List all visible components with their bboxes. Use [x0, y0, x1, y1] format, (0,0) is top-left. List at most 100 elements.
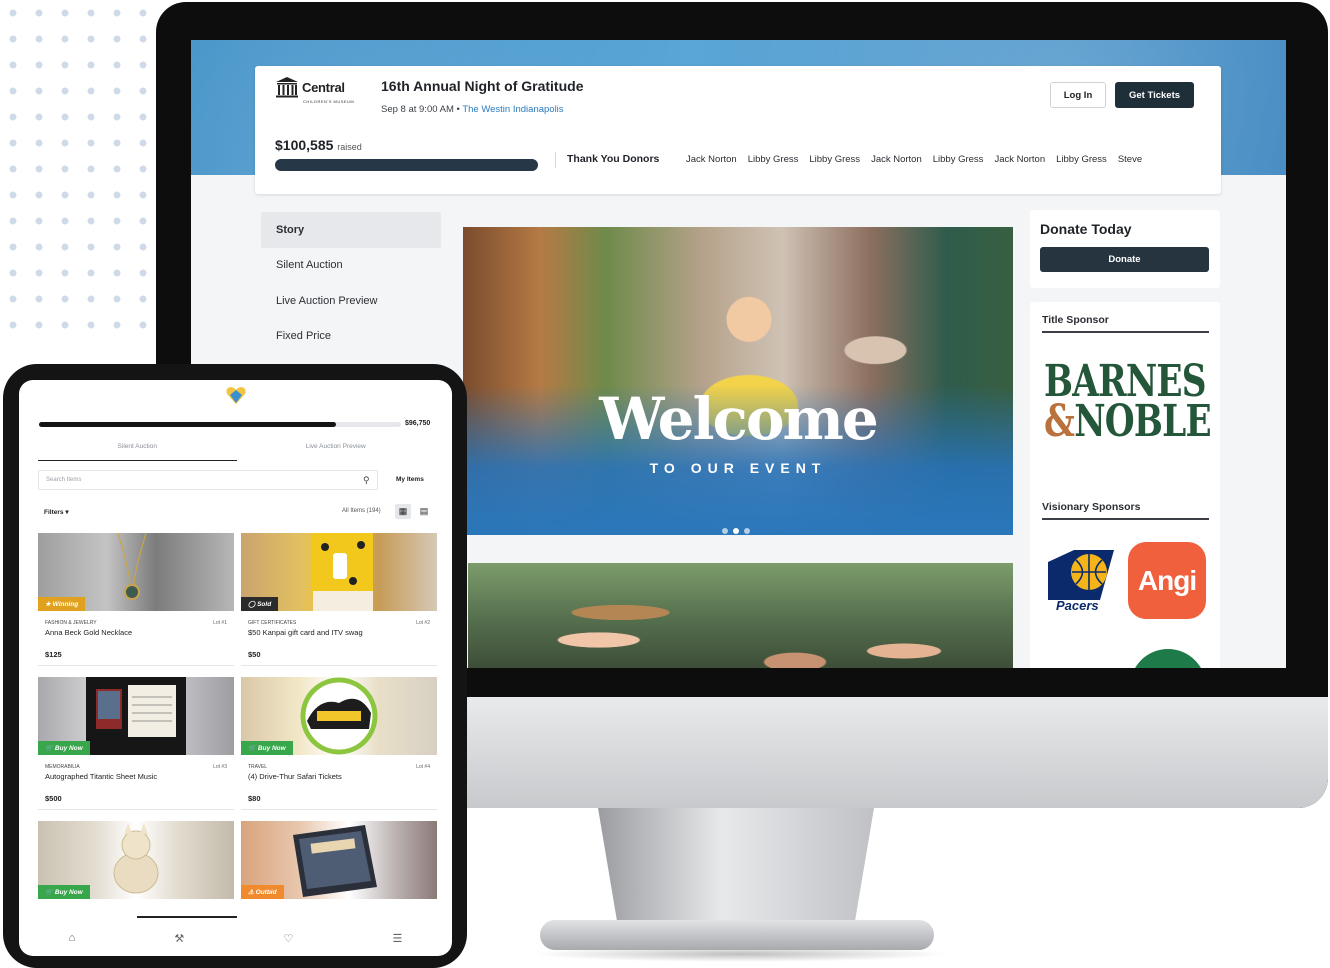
item-name: Anna Beck Gold Necklace: [45, 628, 133, 637]
banner-title: Welcome: [599, 385, 879, 453]
item-lot: Lot #3: [213, 764, 227, 770]
title-sponsor-label: Title Sponsor: [1042, 314, 1109, 326]
badge-label: Outbid: [255, 888, 277, 896]
nav-item-fixed-price[interactable]: Fixed Price: [261, 319, 441, 355]
carousel-dot-active[interactable]: [733, 528, 739, 534]
item-price: $500: [45, 794, 62, 803]
donor-name: Libby Gress: [747, 154, 799, 165]
donor-name: Libby Gress: [809, 154, 861, 165]
sponsor-ampersand: &: [1044, 396, 1075, 448]
logo-subtext: CHILDREN'S MUSEUM: [303, 99, 355, 104]
donor-name: Libby Gress: [1056, 154, 1107, 165]
raised-label: raised: [337, 142, 362, 152]
item-category: TRAVEL: [248, 764, 268, 770]
gavel-icon[interactable]: ⚒: [174, 932, 184, 945]
filters-label: Filters: [44, 509, 64, 516]
auction-item-card[interactable]: ◯ Sold GIFT CERTIFICATES Lot #2 $50 Kanp…: [241, 533, 437, 666]
raised-amount: $100,585: [275, 137, 334, 153]
tablet-progress-fill: [39, 422, 336, 427]
sponsor-line-2: &NOBLE: [1044, 400, 1212, 444]
pacers-logo[interactable]: Pacers: [1044, 542, 1120, 612]
status-badge-buy-now: 🛒 Buy Now: [38, 885, 90, 899]
status-badge-buy-now: 🛒 Buy Now: [241, 741, 293, 755]
carousel-dot[interactable]: [744, 528, 750, 534]
sponsor-line-2-text: NOBLE: [1074, 396, 1211, 448]
chevron-down-icon: ▾: [65, 509, 69, 516]
bottom-nav-indicator: [137, 916, 237, 918]
sponsor-rule: [1042, 331, 1209, 333]
nav-item-live-auction-preview[interactable]: Live Auction Preview: [261, 283, 441, 319]
status-badge-outbid: ⚠ Outbid: [241, 885, 284, 899]
cart-icon: 🛒: [45, 745, 55, 752]
get-tickets-button[interactable]: Get Tickets: [1115, 82, 1194, 108]
sponsor-rule: [1042, 518, 1209, 520]
item-name: $50 Kanpai gift card and ITV swag: [248, 628, 363, 637]
monitor-stand-neck: [598, 808, 874, 923]
search-input[interactable]: Search Items ⚲: [38, 470, 378, 490]
auction-item-card[interactable]: 🛒 Buy Now TRAVEL Lot #4 (4) Drive-Thur S…: [241, 677, 437, 810]
angi-logo[interactable]: Angi: [1128, 542, 1206, 619]
grid-view-icon[interactable]: ▦: [395, 504, 411, 519]
banner-subtitle: TO OUR EVENT: [649, 460, 827, 476]
login-button[interactable]: Log In: [1050, 82, 1106, 108]
dot-pattern-decoration: [0, 0, 175, 340]
item-lot: Lot #1: [213, 620, 227, 626]
sponsor-logo-partial[interactable]: [1130, 649, 1206, 668]
heart-logo-icon: [226, 387, 246, 404]
badge-label: Buy Now: [54, 744, 83, 752]
item-lot: Lot #2: [416, 620, 430, 626]
item-price: $80: [248, 794, 261, 803]
welcome-banner-carousel[interactable]: Welcome TO OUR EVENT: [463, 227, 1013, 535]
item-lot: Lot #4: [416, 764, 430, 770]
tag-icon: ◯: [248, 601, 258, 608]
fundraising-progress-bar: [275, 159, 538, 171]
badge-label: Buy Now: [54, 888, 83, 896]
donor-name: Jack Norton: [994, 154, 1046, 165]
event-header-card: Central CHILDREN'S MUSEUM 16th Annual Ni…: [255, 66, 1221, 194]
event-date: Sep 8 at 9:00 AM: [381, 104, 454, 115]
section-nav: Story Silent Auction Live Auction Previe…: [261, 212, 441, 354]
donate-button[interactable]: Donate: [1040, 247, 1209, 272]
auction-item-card[interactable]: 🛒 Buy Now: [38, 821, 234, 911]
auction-item-card[interactable]: ★ Winning FASHION & JEWELRY Lot #1 Anna …: [38, 533, 234, 666]
tablet-bottom-nav: ⌂ ⚒ ♡ ☰: [19, 920, 452, 956]
menu-icon[interactable]: ☰: [393, 932, 403, 945]
donate-icon[interactable]: ♡: [283, 932, 293, 945]
home-icon[interactable]: ⌂: [69, 932, 76, 944]
museum-logo[interactable]: Central CHILDREN'S MUSEUM: [275, 76, 354, 104]
donate-title: Donate Today: [1040, 221, 1132, 237]
carousel-dots: [722, 528, 750, 534]
donors-label: Thank You Donors: [567, 153, 660, 165]
item-category: FASHION & JEWELRY: [45, 620, 97, 626]
donor-ticker: Jack Norton Libby Gress Libby Gress Jack…: [686, 154, 1142, 165]
nav-item-story[interactable]: Story: [261, 212, 441, 248]
event-meta: Sep 8 at 9:00 AM • The Westin Indianapol…: [381, 104, 564, 115]
item-category: GIFT CERTIFICATES: [248, 620, 297, 626]
donor-name: Steve: [1117, 154, 1143, 165]
tablet-screen: $96,750 Silent Auction Live Auction Prev…: [19, 380, 452, 956]
badge-label: Winning: [52, 600, 79, 608]
carousel-dot[interactable]: [722, 528, 728, 534]
filters-dropdown[interactable]: Filters ▾: [44, 508, 69, 516]
donate-card: Donate Today Donate: [1030, 210, 1220, 288]
barnes-noble-logo[interactable]: BARNES &NOBLE: [1044, 359, 1258, 444]
cart-icon: 🛒: [45, 889, 55, 896]
meta-separator: •: [456, 104, 460, 115]
logo-text: Central: [302, 79, 345, 95]
search-icon[interactable]: ⚲: [363, 475, 370, 486]
item-count: All Items (194): [342, 508, 381, 514]
tab-silent-auction[interactable]: Silent Auction: [38, 443, 237, 461]
search-placeholder: Search Items: [46, 477, 82, 483]
tab-live-auction-preview[interactable]: Live Auction Preview: [237, 443, 436, 461]
my-items-button[interactable]: My Items: [396, 476, 424, 483]
tablet-raised-amount: $96,750: [405, 420, 431, 427]
tablet-progress-bar: [39, 422, 401, 427]
list-view-icon[interactable]: ▤: [416, 504, 432, 519]
marketing-stage: Central CHILDREN'S MUSEUM 16th Annual Ni…: [0, 0, 1330, 968]
event-title: 16th Annual Night of Gratitude: [381, 78, 584, 94]
auction-item-card[interactable]: 🛒 Buy Now MEMORABILIA Lot #3 Autographed…: [38, 677, 234, 810]
status-badge-sold: ◯ Sold: [241, 597, 279, 611]
event-venue-link[interactable]: The Westin Indianapolis: [462, 104, 563, 115]
nav-item-silent-auction[interactable]: Silent Auction: [261, 248, 441, 284]
auction-item-card[interactable]: ⚠ Outbid: [241, 821, 437, 911]
